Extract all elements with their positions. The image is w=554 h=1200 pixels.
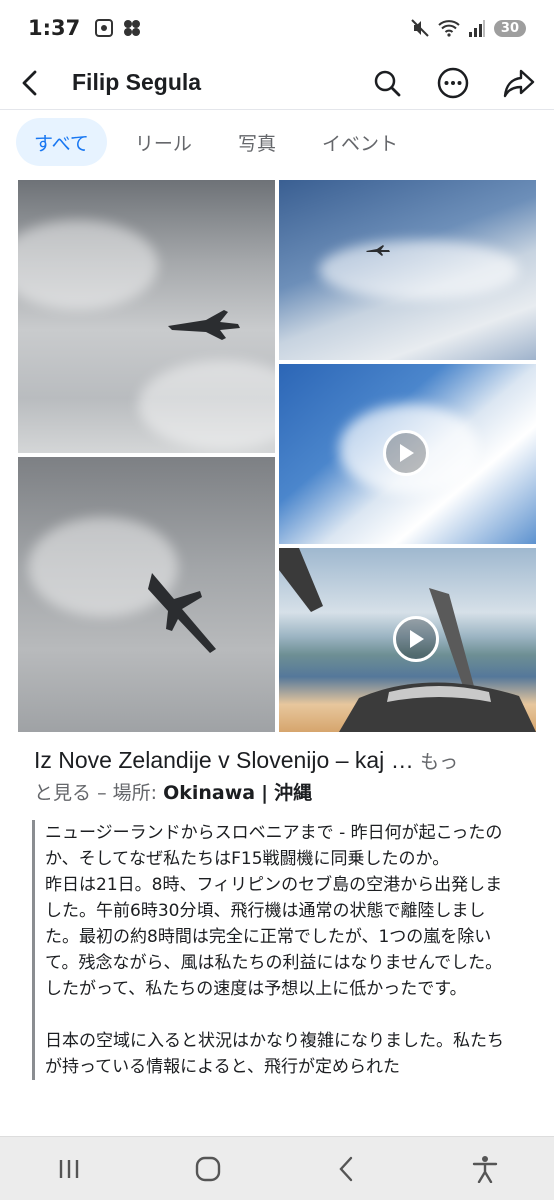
signal-icon bbox=[468, 20, 485, 37]
back-nav-button[interactable] bbox=[316, 1144, 376, 1194]
location-line: と見る – 場所: Okinawa | 沖縄 bbox=[34, 778, 312, 808]
more-options-icon bbox=[437, 67, 469, 98]
wifi-icon bbox=[438, 20, 460, 37]
photo-tile-aerial-clouds[interactable] bbox=[279, 180, 536, 360]
fighter-jet-image bbox=[168, 310, 240, 340]
page-title: Filip Segula bbox=[72, 69, 202, 95]
tab-events[interactable]: イベント bbox=[304, 118, 416, 166]
status-time: 1:37 bbox=[28, 16, 81, 40]
top-app-bar: Filip Segula bbox=[0, 56, 554, 110]
tab-all[interactable]: すべて bbox=[16, 118, 107, 166]
video-tile-sky[interactable] bbox=[279, 364, 536, 544]
accessibility-icon bbox=[472, 1155, 497, 1183]
search-icon bbox=[374, 70, 401, 96]
location-region[interactable]: 沖縄 bbox=[274, 782, 312, 804]
back-button[interactable] bbox=[0, 56, 60, 110]
location-name[interactable]: Okinawa bbox=[163, 782, 255, 804]
screenshot-icon bbox=[95, 19, 114, 37]
title-ellipsis: … bbox=[390, 747, 414, 773]
share-icon bbox=[503, 69, 535, 97]
tab-reels[interactable]: リール bbox=[117, 118, 210, 166]
more-options-button[interactable] bbox=[432, 62, 474, 104]
location-prefix: – 場所: bbox=[97, 782, 158, 804]
status-bar: 1:37 30 bbox=[0, 0, 554, 56]
post-paragraph: 日本の空域に入ると状況はかなり複雑になりました。私たちが持っている情報によると、… bbox=[45, 1031, 504, 1077]
fighter-jet-image bbox=[366, 245, 390, 256]
play-icon bbox=[410, 630, 424, 648]
photo-tile-jet-clouds[interactable] bbox=[18, 180, 275, 453]
media-grid bbox=[18, 180, 536, 732]
accessibility-button[interactable] bbox=[455, 1144, 515, 1194]
play-icon bbox=[400, 444, 414, 462]
post-paragraph: ニュージーランドからスロベニアまで - 昨日何が起こったのか、そしてなぜ私たちは… bbox=[45, 823, 503, 869]
search-button[interactable] bbox=[366, 62, 408, 104]
filter-tabs: すべて リール 写真 イベント bbox=[16, 118, 416, 166]
recent-apps-icon bbox=[60, 1159, 79, 1178]
share-button[interactable] bbox=[498, 62, 540, 104]
app-notification-icon bbox=[124, 20, 141, 36]
play-button[interactable] bbox=[383, 430, 429, 476]
post-title-text: Iz Nove Zelandije v Slovenijo – kaj bbox=[34, 747, 385, 773]
recent-apps-button[interactable] bbox=[39, 1144, 99, 1194]
post-title: Iz Nove Zelandije v Slovenijo – kaj … もっ bbox=[34, 744, 524, 779]
fighter-jet-image bbox=[148, 573, 216, 653]
system-nav-bar bbox=[0, 1136, 554, 1200]
play-button[interactable] bbox=[393, 616, 439, 662]
home-icon bbox=[195, 1156, 220, 1181]
back-chevron-icon bbox=[339, 1156, 353, 1181]
photo-tile-jet-banking[interactable] bbox=[18, 457, 275, 732]
location-separator: | bbox=[261, 782, 269, 804]
see-more-link-part2[interactable]: と見る bbox=[34, 782, 91, 804]
mute-icon bbox=[411, 19, 429, 37]
battery-indicator: 30 bbox=[493, 19, 526, 37]
video-tile-cockpit-coast[interactable] bbox=[279, 548, 536, 732]
post-body-quote: ニュージーランドからスロベニアまで - 昨日何が起こったのか、そしてなぜ私たちは… bbox=[32, 820, 506, 1080]
see-more-link-part1[interactable]: もっ bbox=[420, 752, 458, 773]
back-arrow-icon bbox=[22, 70, 37, 95]
tab-photos[interactable]: 写真 bbox=[220, 118, 294, 166]
home-button[interactable] bbox=[178, 1144, 238, 1194]
post-paragraph: 昨日は21日。8時、フィリピンのセブ島の空港から出発しました。午前6時30分頃、… bbox=[45, 875, 503, 999]
